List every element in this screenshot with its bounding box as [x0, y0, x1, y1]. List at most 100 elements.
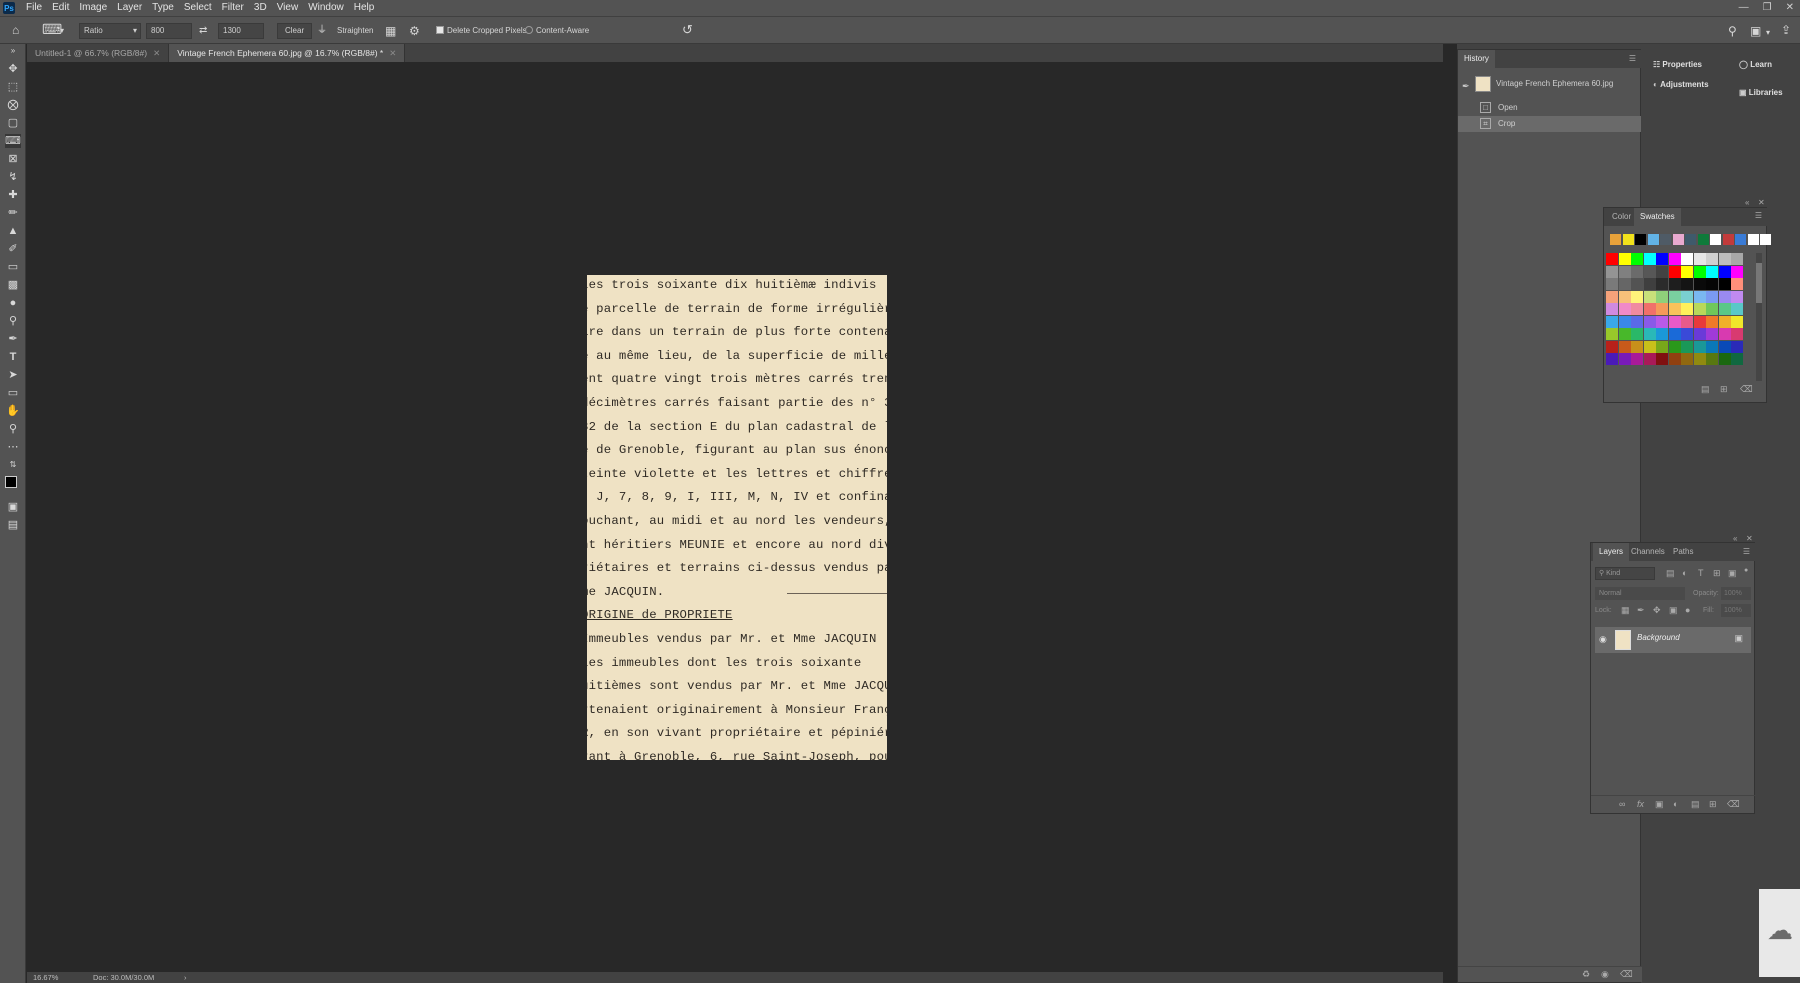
- restore-icon[interactable]: ❐: [1763, 0, 1772, 16]
- recent-swatch[interactable]: [1610, 234, 1621, 245]
- swatch[interactable]: [1643, 353, 1656, 365]
- eye-icon[interactable]: ◉: [1599, 634, 1607, 645]
- swatch[interactable]: [1718, 340, 1731, 353]
- history-snapshot-row[interactable]: ✒ Vintage French Ephemera 60.jpg: [1458, 74, 1641, 94]
- swatch[interactable]: [1731, 303, 1743, 315]
- swatch[interactable]: [1706, 353, 1718, 365]
- recent-swatch[interactable]: [1722, 234, 1734, 245]
- menu-type[interactable]: Type: [147, 0, 179, 16]
- swatch[interactable]: [1656, 303, 1668, 315]
- swatch[interactable]: [1706, 303, 1718, 315]
- menu-layer[interactable]: Layer: [112, 0, 147, 16]
- layer-name[interactable]: Background: [1637, 633, 1680, 642]
- swatch[interactable]: [1668, 340, 1681, 353]
- menu-view[interactable]: View: [272, 0, 304, 16]
- frame-tool-icon[interactable]: ⊠: [5, 152, 21, 166]
- document-tab-1[interactable]: Untitled-1 @ 66.7% (RGB/8#) ✕: [27, 44, 170, 62]
- workspace-icon[interactable]: ▣: [1750, 25, 1761, 37]
- recent-swatch[interactable]: [1622, 234, 1634, 245]
- blur-tool-icon[interactable]: ●: [5, 296, 21, 310]
- menu-image[interactable]: Image: [74, 0, 112, 16]
- swatch[interactable]: [1718, 265, 1731, 278]
- fx-icon[interactable]: fx: [1637, 799, 1644, 809]
- history-step-open[interactable]: □ Open: [1458, 100, 1641, 116]
- swatch[interactable]: [1643, 253, 1656, 265]
- swatch[interactable]: [1643, 290, 1656, 303]
- recent-swatch[interactable]: [1635, 234, 1646, 245]
- new-layer-icon[interactable]: ⊞: [1709, 799, 1717, 810]
- dodge-tool-icon[interactable]: ⚲: [5, 314, 21, 328]
- swatches-scrollbar[interactable]: [1756, 253, 1762, 381]
- swatch[interactable]: [1618, 340, 1631, 353]
- tab-layers[interactable]: Layers: [1593, 543, 1630, 561]
- swatch[interactable]: [1731, 340, 1743, 353]
- recent-swatch[interactable]: [1760, 234, 1771, 245]
- swatch[interactable]: [1618, 328, 1631, 340]
- swatch[interactable]: [1731, 253, 1743, 265]
- swatch[interactable]: [1643, 265, 1656, 278]
- swatch[interactable]: [1656, 290, 1668, 303]
- swatch[interactable]: [1631, 340, 1643, 353]
- menu-file[interactable]: File: [21, 0, 47, 16]
- swatch[interactable]: [1631, 315, 1643, 328]
- height-input[interactable]: 1300: [218, 23, 264, 39]
- swatch[interactable]: [1718, 253, 1731, 265]
- swatch[interactable]: [1606, 328, 1618, 340]
- swatch[interactable]: [1706, 340, 1718, 353]
- new-swatch-icon[interactable]: ⊞: [1720, 384, 1728, 395]
- swatch[interactable]: [1731, 278, 1743, 290]
- share-icon[interactable]: ⇪: [1781, 24, 1791, 36]
- layer-row-background[interactable]: ◉ Background ▣: [1595, 627, 1751, 653]
- recent-swatch[interactable]: [1710, 234, 1721, 245]
- swatch[interactable]: [1668, 315, 1681, 328]
- swatch[interactable]: [1718, 278, 1731, 290]
- recent-swatch[interactable]: [1660, 234, 1671, 245]
- new-group-icon[interactable]: ▤: [1691, 799, 1700, 810]
- swatch[interactable]: [1681, 303, 1693, 315]
- swatch[interactable]: [1668, 290, 1681, 303]
- swatch[interactable]: [1618, 278, 1631, 290]
- collapse-arrows-icon[interactable]: «: [1745, 198, 1749, 207]
- pen-tool-icon[interactable]: ✒: [5, 332, 21, 346]
- swatch[interactable]: [1606, 340, 1618, 353]
- swatch[interactable]: [1606, 278, 1618, 290]
- layer-kind-filter[interactable]: ⚲ Kind: [1595, 567, 1655, 580]
- swatch[interactable]: [1606, 353, 1618, 365]
- swatch[interactable]: [1706, 253, 1718, 265]
- swatch[interactable]: [1706, 265, 1718, 278]
- panel-menu-icon[interactable]: ☰: [1743, 547, 1750, 556]
- swatch[interactable]: [1693, 353, 1706, 365]
- swatch[interactable]: [1618, 315, 1631, 328]
- document-tab-2[interactable]: Vintage French Ephemera 60.jpg @ 16.7% (…: [169, 44, 406, 62]
- home-icon[interactable]: ⌂: [12, 24, 19, 36]
- swatch[interactable]: [1643, 340, 1656, 353]
- swatch[interactable]: [1618, 290, 1631, 303]
- rectangle-tool-icon[interactable]: ▭: [5, 386, 21, 400]
- adjustment-layer-icon[interactable]: ◐: [1673, 799, 1678, 809]
- swatch[interactable]: [1618, 253, 1631, 265]
- lock-all-icon[interactable]: ●: [1685, 605, 1690, 615]
- path-selection-tool-icon[interactable]: ➤: [5, 368, 21, 382]
- filter-toggle-icon[interactable]: ●: [1744, 567, 1748, 574]
- swatch[interactable]: [1656, 278, 1668, 290]
- swatch[interactable]: [1706, 290, 1718, 303]
- recent-swatch[interactable]: [1685, 234, 1696, 245]
- swatch[interactable]: [1693, 315, 1706, 328]
- eraser-tool-icon[interactable]: ▭: [5, 260, 21, 274]
- swatch[interactable]: [1656, 340, 1668, 353]
- swatch[interactable]: [1693, 253, 1706, 265]
- swatch[interactable]: [1681, 340, 1693, 353]
- swatch[interactable]: [1718, 328, 1731, 340]
- swatch[interactable]: [1668, 353, 1681, 365]
- eyedropper-tool-icon[interactable]: ↯: [5, 170, 21, 184]
- history-step-crop[interactable]: ⌗ Crop: [1458, 116, 1641, 132]
- swatch[interactable]: [1631, 278, 1643, 290]
- quick-mask-icon[interactable]: ▣: [5, 500, 21, 514]
- swatch[interactable]: [1681, 290, 1693, 303]
- swatch[interactable]: [1731, 290, 1743, 303]
- foreground-color-swatch[interactable]: [5, 476, 17, 488]
- chevron-right-icon[interactable]: ›: [184, 972, 187, 983]
- swatch[interactable]: [1618, 265, 1631, 278]
- swatch[interactable]: [1606, 290, 1618, 303]
- swatch[interactable]: [1731, 315, 1743, 328]
